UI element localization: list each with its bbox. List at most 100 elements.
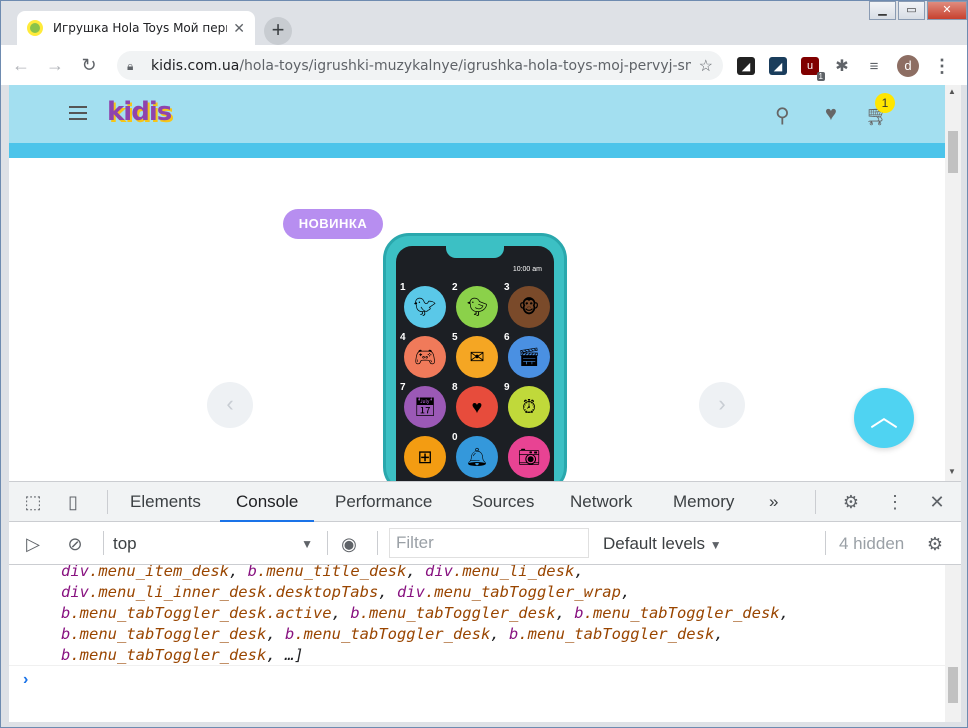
window-controls: ▁ ▭ ✕ [867, 1, 967, 20]
tab-network[interactable]: Network [570, 482, 632, 522]
log-tag: b [350, 604, 360, 622]
wishlist-icon[interactable]: ♥ [825, 103, 837, 126]
address-bar[interactable]: 🔒︎ kidis.com.ua /hola-toys/igrushki-muzy… [117, 51, 723, 80]
monkey-icon: 3 🐵︎ [504, 282, 550, 328]
close-devtools-icon[interactable]: ✕ [927, 492, 947, 512]
carousel-next-button[interactable]: › [699, 382, 745, 428]
search-icon[interactable]: ⚲ [775, 103, 790, 128]
scroll-up-arrow-icon[interactable]: ▲ [948, 87, 956, 96]
tab-memory[interactable]: Memory [673, 482, 734, 522]
puzzle-icon[interactable]: ✱ [833, 57, 851, 75]
tab-close-icon[interactable]: ✕ [233, 20, 245, 37]
bell-icon: 0 🔔︎ [452, 432, 498, 478]
app-number: 1 [400, 282, 406, 293]
reload-icon[interactable]: ↻ [75, 51, 103, 79]
app-glyph: ♥ [471, 396, 483, 417]
clear-console-icon[interactable]: ⊘ [65, 534, 85, 554]
settings-gear-icon[interactable]: ⚙ [841, 492, 861, 512]
console-scrollbar[interactable] [945, 565, 961, 722]
clapper-icon: 6 🎬︎ [504, 332, 550, 378]
log-tag: div [396, 583, 425, 601]
page-scrollbar-thumb[interactable] [948, 131, 958, 173]
extensions-area: ◢ ◢ u1 ✱ ≡ d ⋮ [737, 55, 951, 81]
log-tag: b [61, 625, 71, 643]
new-tab-button[interactable]: + [264, 17, 292, 45]
app-glyph: 🎬︎ [517, 346, 541, 367]
log-tag: div [61, 565, 89, 580]
browser-window: Игрушка Hola Toys Мой первый смартфон ✕ … [0, 0, 968, 728]
page-scrollbar[interactable]: ▲ ▼ [945, 85, 961, 481]
show-sidebar-icon[interactable]: ▷ [23, 534, 43, 554]
divider [825, 531, 826, 555]
bookmark-star-icon[interactable]: ☆ [699, 56, 713, 76]
tab-performance[interactable]: Performance [335, 482, 432, 522]
app-number: 5 [452, 332, 458, 343]
scroll-down-arrow-icon[interactable]: ▼ [948, 467, 956, 476]
log-class: .menu_tabToggler_desk [583, 604, 780, 622]
log-tag: div [424, 565, 453, 580]
duck-icon: 2 🐤︎ [452, 282, 498, 328]
console-log-line: div.menu_li_inner_desk.desktopTabs, div.… [61, 583, 640, 601]
cart-count-badge: 1 [875, 93, 895, 113]
tab-console[interactable]: Console [220, 482, 315, 522]
hamburger-menu-icon[interactable] [69, 106, 87, 124]
app-glyph: ⏰︎ [521, 396, 537, 417]
product-image-phone[interactable]: 10:00 am 1 🐦︎ 2 🐤︎ 3 🐵︎ 4 🎮︎ 5 ✉ 6 🎬︎ 7 📅︎ 8 ♥ 9 ⏰︎ ⊞ 0 🔔︎ 📷︎ [383, 233, 567, 481]
log-tag: div [61, 583, 89, 601]
app-glyph: 🎮︎ [413, 346, 437, 367]
divider [377, 531, 378, 555]
app-number: 9 [504, 382, 510, 393]
inspect-element-icon[interactable]: ⬚ [23, 492, 43, 512]
calendar-icon: 7 📅︎ [400, 382, 446, 428]
calculator-icon: ⊞ [404, 436, 446, 478]
log-class: .menu_tabToggler_wrap [424, 583, 621, 601]
tab-sources[interactable]: Sources [472, 482, 534, 522]
new-badge: НОВИНКА [283, 209, 383, 239]
maximize-button[interactable]: ▭ [898, 1, 925, 20]
app-number: 0 [452, 432, 458, 443]
url-host: kidis.com.ua [151, 57, 240, 74]
header-strip [9, 143, 945, 158]
app-glyph: 📅︎ [413, 396, 437, 417]
browser-menu-icon[interactable]: ⋮ [933, 56, 951, 77]
minimize-button[interactable]: ▁ [869, 1, 896, 20]
app-number: 3 [504, 282, 510, 293]
context-select[interactable]: top ▼ [113, 532, 313, 556]
tab-elements[interactable]: Elements [130, 482, 201, 522]
live-expression-eye-icon[interactable]: ◉ [339, 534, 359, 554]
devtools-tabbar: ⬚ ▯ Elements Console Performance Sources… [9, 482, 961, 522]
customize-menu-icon[interactable]: ⋮ [885, 492, 905, 512]
more-tabs-icon[interactable]: » [769, 482, 778, 522]
forward-icon[interactable]: → [41, 51, 69, 79]
gamepad-icon: 4 🎮︎ [400, 332, 446, 378]
console-output: div.menu_item_desk, b.menu_title_desk, d… [9, 565, 945, 722]
console-settings-gear-icon[interactable]: ⚙ [925, 534, 945, 554]
app-number: 4 [400, 332, 406, 343]
close-window-button[interactable]: ✕ [927, 1, 967, 20]
console-prompt-icon[interactable]: › [23, 671, 28, 689]
scroll-to-top-button[interactable]: ︿ [854, 388, 914, 448]
device-toolbar-icon[interactable]: ▯ [63, 492, 83, 512]
console-log-line: div.menu_item_desk, b.menu_title_desk, d… [61, 565, 798, 582]
filter-input[interactable]: Filter [389, 528, 589, 558]
site-logo[interactable]: kidis [107, 97, 172, 127]
app-number: 2 [452, 282, 458, 293]
console-scrollbar-thumb[interactable] [948, 667, 958, 703]
app-glyph: 🐤︎ [465, 296, 489, 317]
console-log-line: b.menu_tabToggler_desk, b.menu_tabToggle… [61, 625, 733, 643]
devtools-panel: ⬚ ▯ Elements Console Performance Sources… [9, 481, 961, 722]
log-levels-select[interactable]: Default levels ▼ [603, 532, 722, 557]
ublock-icon[interactable]: u1 [801, 57, 825, 81]
carousel-prev-button[interactable]: ‹ [207, 382, 253, 428]
alarm-icon: 9 ⏰︎ [504, 382, 550, 428]
extension-icon-1[interactable]: ◢ [737, 57, 755, 75]
profile-avatar[interactable]: d [897, 55, 919, 77]
browser-tab[interactable]: Игрушка Hola Toys Мой первый смартфон ✕ [17, 11, 255, 45]
phone-screen: 10:00 am 1 🐦︎ 2 🐤︎ 3 🐵︎ 4 🎮︎ 5 ✉ 6 🎬︎ 7 📅︎ 8 ♥ 9 ⏰︎ ⊞ 0 🔔︎ 📷︎ [396, 246, 554, 481]
app-number: 8 [452, 382, 458, 393]
log-class: .menu_tabToggler_desk [70, 646, 267, 664]
browser-toolbar: ← → ↻ 🔒︎ kidis.com.ua /hola-toys/igrushk… [1, 45, 967, 85]
back-icon[interactable]: ← [7, 51, 35, 79]
media-queue-icon[interactable]: ≡ [865, 57, 883, 75]
extension-icon-2[interactable]: ◢ [769, 57, 787, 75]
